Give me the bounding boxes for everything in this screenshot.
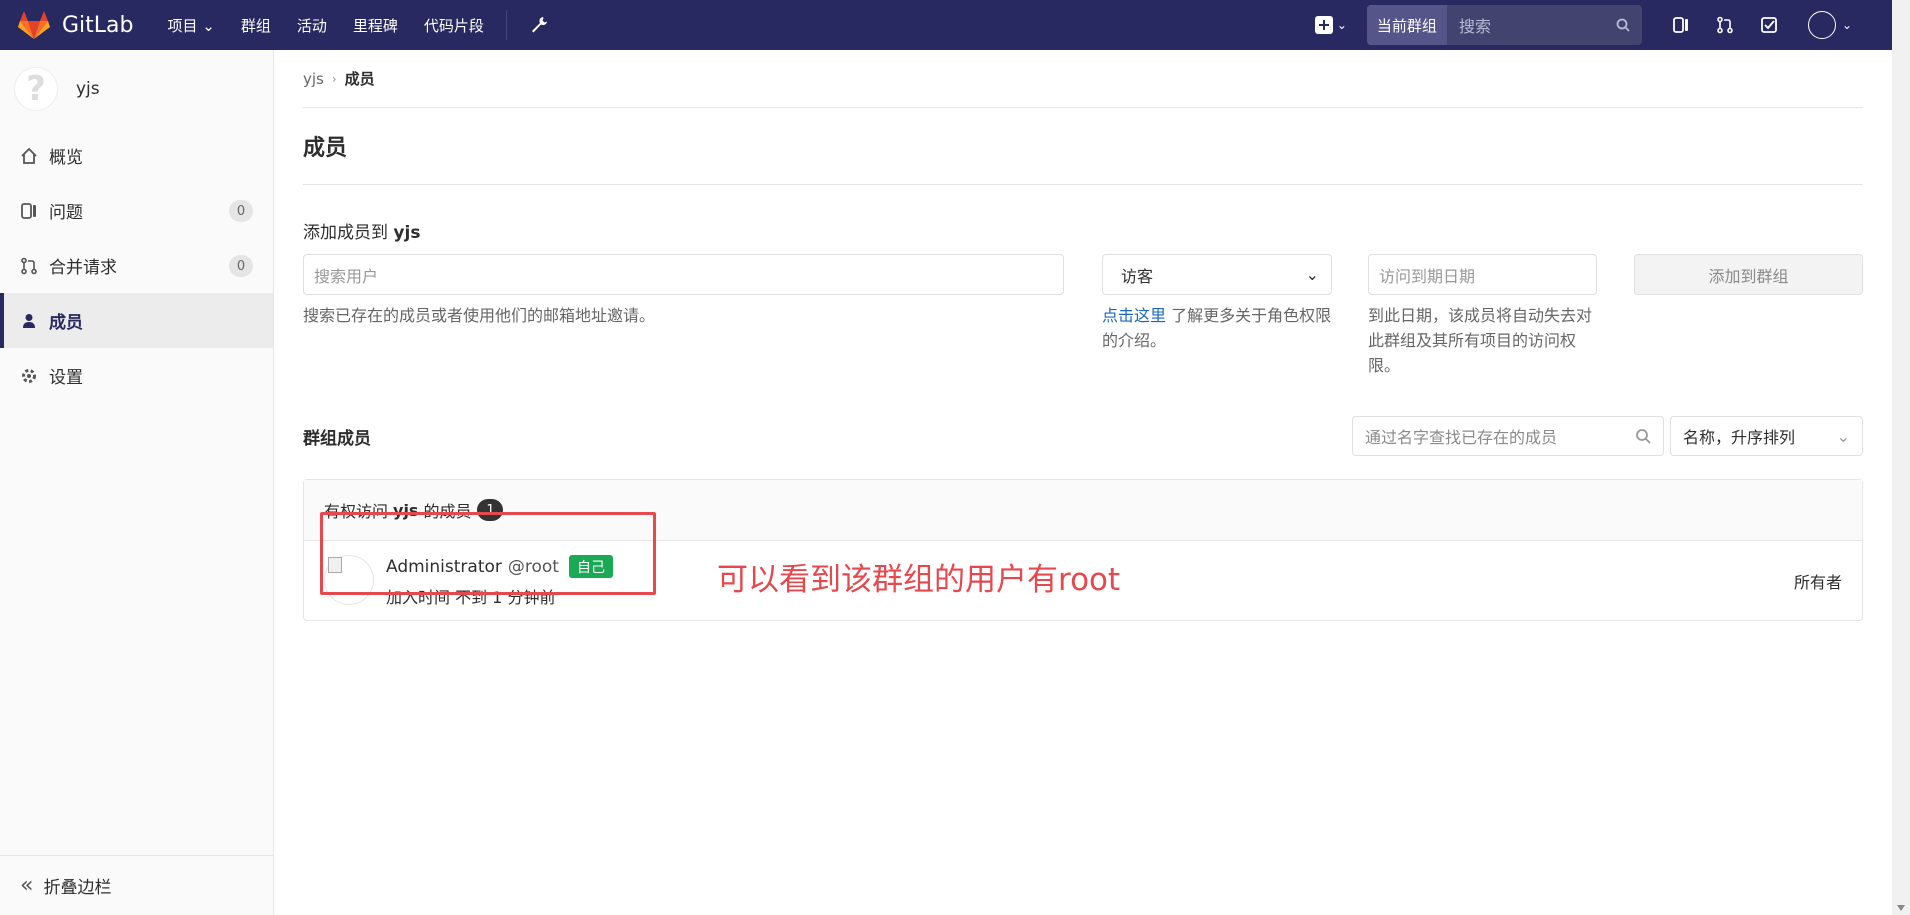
search-scope[interactable]: 当前群组 [1366, 5, 1447, 45]
member-search-input[interactable]: 通过名字查找已存在的成员 [1352, 416, 1664, 456]
user-help-text: 搜索已存在的成员或者使用他们的邮箱地址邀请。 [303, 306, 656, 325]
add-to-group-button[interactable]: 添加到群组 [1634, 254, 1863, 295]
admin-wrench-icon[interactable] [529, 15, 549, 35]
member-sort-dropdown[interactable]: 名称，升序排列 ⌄ [1670, 416, 1863, 456]
members-heading: 群组成员 [303, 428, 371, 449]
annotation-highlight-box [320, 512, 656, 595]
sidebar: ? yjs 概览 问题 0 合并请求 0 成员 设置 « 折叠边栏 [0, 50, 274, 915]
scroll-down-arrow-icon[interactable] [1897, 905, 1905, 911]
members-header: 群组成员 通过名字查找已存在的成员 名称，升序排列 ⌄ [303, 411, 1863, 461]
sidebar-item-merge-requests[interactable]: 合并请求 0 [0, 238, 273, 293]
issues-icon [21, 202, 36, 219]
sidebar-item-label: 成员 [49, 313, 83, 333]
user-avatar [1807, 11, 1836, 39]
date-help-text: 到此日期，该成员将自动失去对此群组及其所有项目的访问权限。 [1368, 306, 1593, 375]
new-item-dropdown[interactable]: ⌄ [1314, 16, 1347, 34]
nav-snippets[interactable]: 代码片段 [424, 15, 484, 36]
sidebar-item-settings[interactable]: 设置 [0, 348, 273, 403]
search-input[interactable]: 搜索 [1447, 5, 1642, 45]
user-menu[interactable]: ⌄ [1807, 11, 1852, 39]
brand[interactable]: GitLab [18, 0, 134, 50]
merge-requests-count-badge: 0 [229, 255, 253, 277]
search-bar: 当前群组 搜索 [1366, 5, 1642, 45]
merge-request-icon [21, 257, 37, 274]
nav-divider [505, 10, 507, 40]
breadcrumb: yjs › 成员 [303, 50, 1863, 108]
sidebar-item-label: 概览 [49, 148, 83, 168]
search-icon [1616, 18, 1630, 32]
collapse-sidebar-button[interactable]: « 折叠边栏 [0, 855, 273, 915]
issues-count-badge: 0 [229, 200, 253, 222]
sidebar-item-members[interactable]: 成员 [0, 293, 273, 348]
search-user-input[interactable]: 搜索用户 [303, 254, 1064, 295]
double-chevron-left-icon: « [20, 873, 34, 898]
nav-projects[interactable]: 项目 ⌄ [168, 15, 215, 36]
breadcrumb-current[interactable]: 成员 [345, 68, 375, 89]
member-role: 所有者 [1793, 573, 1842, 592]
sidebar-item-label: 设置 [49, 368, 83, 388]
home-icon [21, 147, 37, 164]
chevron-right-icon: › [331, 71, 337, 86]
chevron-down-icon: ⌄ [202, 16, 215, 35]
page-title: 成员 [303, 108, 1863, 185]
role-help-text: 点击这里 了解更多关于角色权限的介绍。 [1102, 306, 1332, 350]
role-select[interactable]: 访客 ⌄ [1102, 254, 1332, 295]
chevron-down-icon: ⌄ [1305, 265, 1319, 284]
todo-check-icon[interactable] [1760, 16, 1778, 34]
merge-request-icon[interactable] [1716, 16, 1734, 34]
sidebar-item-label: 问题 [49, 203, 83, 223]
chevron-down-icon: ⌄ [1336, 18, 1347, 32]
annotation-text: 可以看到该群组的用户有root [717, 562, 1121, 598]
expiry-date-input[interactable]: 访问到期日期 [1368, 254, 1597, 295]
users-icon [23, 313, 35, 328]
search-icon [1636, 429, 1651, 444]
add-member-form: 搜索用户 访客 ⌄ 访问到期日期 添加到群组 搜索已存在的成员或者使用他们的邮箱… [303, 254, 1863, 404]
breadcrumb-group-link[interactable]: yjs [303, 70, 324, 88]
plus-square-icon [1314, 16, 1333, 34]
sidebar-group-header[interactable]: ? yjs [0, 50, 273, 128]
nav-groups[interactable]: 群组 [241, 15, 271, 36]
nav-milestones[interactable]: 里程碑 [353, 15, 398, 36]
collapse-sidebar-label: 折叠边栏 [43, 878, 112, 898]
nav-activity[interactable]: 活动 [297, 15, 327, 36]
settings-icon [22, 368, 36, 383]
issues-icon[interactable] [1672, 16, 1690, 34]
chevron-down-icon: ⌄ [1841, 18, 1852, 32]
sidebar-item-overview[interactable]: 概览 [0, 128, 273, 183]
page-scrollbar[interactable] [1892, 0, 1910, 915]
sidebar-item-label: 合并请求 [49, 258, 117, 278]
top-navbar: GitLab 项目 ⌄ 群组 活动 里程碑 代码片段 ⌄ 当前群组 搜索 ⌄ [0, 0, 1892, 50]
group-avatar: ? [14, 67, 58, 111]
sidebar-item-issues[interactable]: 问题 0 [0, 183, 273, 238]
gitlab-logo-icon [18, 11, 50, 39]
add-member-label: 添加成员到 yjs [303, 223, 421, 243]
brand-name: GitLab [62, 12, 134, 38]
group-name: yjs [76, 79, 100, 99]
chevron-down-icon: ⌄ [1836, 426, 1850, 446]
role-help-link[interactable]: 点击这里 [1102, 306, 1166, 325]
